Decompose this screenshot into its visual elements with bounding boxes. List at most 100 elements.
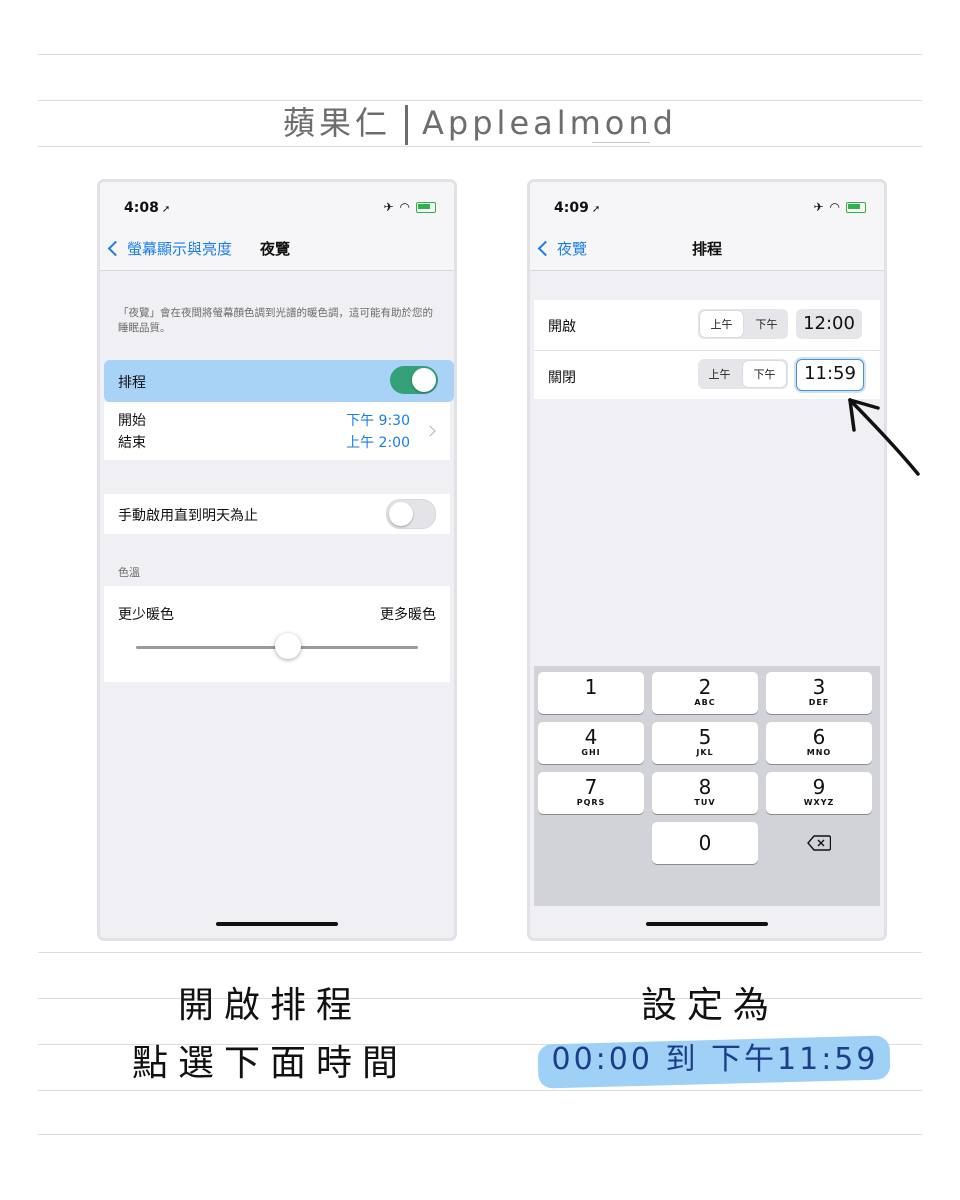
key-letters: JKL: [696, 748, 714, 757]
key-number: 3: [812, 675, 826, 699]
header-title-en: Applealmond: [422, 104, 677, 142]
status-icons: ✈ ◠: [383, 200, 436, 214]
schedule-toggle[interactable]: [390, 366, 438, 394]
manual-enable-row[interactable]: 手動啟用直到明天為止: [104, 494, 450, 534]
manual-enable-toggle[interactable]: [386, 499, 436, 529]
page-title: 夜覽: [260, 240, 291, 258]
right-caption-line2: 00:00 到 下午11:59: [551, 1042, 879, 1077]
toggle-knob: [412, 368, 436, 392]
status-time: 4:08 ➚: [124, 200, 170, 216]
delete-backspace-icon: [807, 835, 831, 851]
header-underline: [592, 142, 650, 143]
nav-bar: 夜覽 排程: [530, 228, 884, 271]
left-caption-line1: 開啟排程: [177, 985, 362, 1026]
schedule-times-row[interactable]: 開始 結束 下午 9:30 上午 2:00: [104, 402, 450, 460]
status-bar: 4:09 ➚ ✈ ◠: [530, 182, 884, 228]
header-separator: [405, 105, 409, 145]
ampm-segment-on[interactable]: 上午 下午: [698, 309, 788, 339]
color-temperature-header: 色溫: [118, 566, 140, 579]
chevron-right-icon: [424, 425, 436, 437]
key-0[interactable]: 0: [652, 822, 758, 864]
ruled-line: [38, 1134, 922, 1135]
key-number: 6: [812, 725, 826, 749]
more-warm-label: 更多暖色: [380, 607, 436, 623]
off-label: 關閉: [548, 370, 576, 386]
airplane-icon: ✈: [383, 200, 394, 214]
manual-enable-label: 手動啟用直到明天為止: [118, 508, 258, 524]
key-letters: WXYZ: [803, 798, 835, 807]
key-letters: TUV: [694, 798, 716, 807]
key-4[interactable]: 4 GHI: [538, 722, 644, 764]
home-indicator: [646, 922, 768, 926]
pointer-arrow-icon: [848, 398, 920, 476]
key-letters: GHI: [581, 748, 601, 757]
status-time-text: 4:09: [554, 200, 589, 216]
on-time-field[interactable]: 12:00: [796, 309, 862, 339]
key-letters: PQRS: [576, 798, 606, 807]
ruled-line: [38, 146, 922, 147]
key-number: 2: [698, 675, 712, 699]
color-temperature-cell: 更少暖色 更多暖色: [104, 586, 450, 682]
right-phone-screen: 4:09 ➚ ✈ ◠ 夜覽 排程 開啟 上午 下午 12:00 關閉 上午 下午 …: [530, 182, 884, 938]
delete-key[interactable]: [766, 822, 872, 864]
wifi-icon: ◠: [829, 200, 840, 214]
key-9[interactable]: 9 WXYZ: [766, 772, 872, 814]
start-label: 開始: [118, 413, 146, 429]
pm-option[interactable]: 下午: [745, 309, 788, 339]
key-2[interactable]: 2 ABC: [652, 672, 758, 714]
pm-option[interactable]: 下午: [743, 361, 786, 387]
header-title: 蘋果仁 Applealmond: [0, 98, 960, 145]
airplane-icon: ✈: [813, 200, 824, 214]
schedule-row[interactable]: 排程: [104, 362, 450, 400]
status-bar: 4:08 ➚ ✈ ◠: [100, 182, 454, 228]
right-caption-line1: 設定為: [640, 985, 779, 1026]
off-time-field[interactable]: 11:59: [796, 359, 864, 391]
battery-icon: [846, 201, 866, 213]
key-6[interactable]: 6 MNO: [766, 722, 872, 764]
am-option[interactable]: 上午: [700, 311, 743, 337]
key-1[interactable]: 1: [538, 672, 644, 714]
nav-bar: 螢幕顯示與亮度 夜覽: [100, 228, 454, 271]
toggle-knob: [389, 502, 413, 526]
key-8[interactable]: 8 TUV: [652, 772, 758, 814]
key-letters: ABC: [694, 698, 716, 707]
ruled-line: [38, 1090, 922, 1091]
schedule-label: 排程: [118, 375, 146, 391]
key-number: 8: [698, 775, 712, 799]
key-letters: DEF: [808, 698, 830, 707]
left-caption-line2: 點選下面時間: [131, 1043, 408, 1084]
night-shift-description: 「夜覽」會在夜間將螢幕顏色調到光譜的暖色調，這可能有助於您的睡眠品質。: [118, 307, 433, 334]
less-warm-label: 更少暖色: [118, 607, 174, 623]
header-title-cn: 蘋果仁: [283, 104, 392, 142]
ruled-line: [38, 952, 922, 953]
ruled-line: [38, 54, 922, 55]
key-number: 7: [584, 775, 598, 799]
key-7[interactable]: 7 PQRS: [538, 772, 644, 814]
location-arrow-icon: ➚: [161, 204, 171, 215]
am-option[interactable]: 上午: [698, 359, 741, 389]
back-label: 螢幕顯示與亮度: [127, 240, 233, 258]
location-arrow-icon: ➚: [591, 204, 601, 215]
time-row-on: 開啟 上午 下午 12:00: [534, 300, 880, 351]
back-button[interactable]: 螢幕顯示與亮度: [107, 238, 233, 259]
end-time-value: 上午 2:00: [346, 435, 410, 451]
home-indicator: [216, 922, 338, 926]
on-label: 開啟: [548, 319, 576, 335]
key-number: 9: [812, 775, 826, 799]
ampm-segment-off[interactable]: 上午 下午: [698, 359, 788, 389]
end-label: 結束: [118, 435, 146, 451]
key-number: 1: [584, 675, 598, 699]
key-number: 4: [584, 725, 598, 749]
key-number: 0: [698, 831, 712, 855]
numeric-keypad: 1 2 ABC 3 DEF 4 GHI 5 JKL 6 MNO 7 PQRS 8 TUV 9W…: [534, 666, 880, 906]
status-icons: ✈ ◠: [813, 200, 866, 214]
left-phone-screen: 4:08 ➚ ✈ ◠ 螢幕顯示與亮度 夜覽 「夜覽」會在夜間將螢幕顏色調到光譜的暖…: [100, 182, 454, 938]
key-letters: MNO: [806, 748, 832, 757]
battery-icon: [416, 201, 436, 213]
wifi-icon: ◠: [399, 200, 410, 214]
key-5[interactable]: 5 JKL: [652, 722, 758, 764]
status-time-text: 4:08: [124, 200, 159, 216]
key-3[interactable]: 3 DEF: [766, 672, 872, 714]
chevron-left-icon: [107, 240, 124, 257]
start-time-value: 下午 9:30: [346, 413, 410, 429]
